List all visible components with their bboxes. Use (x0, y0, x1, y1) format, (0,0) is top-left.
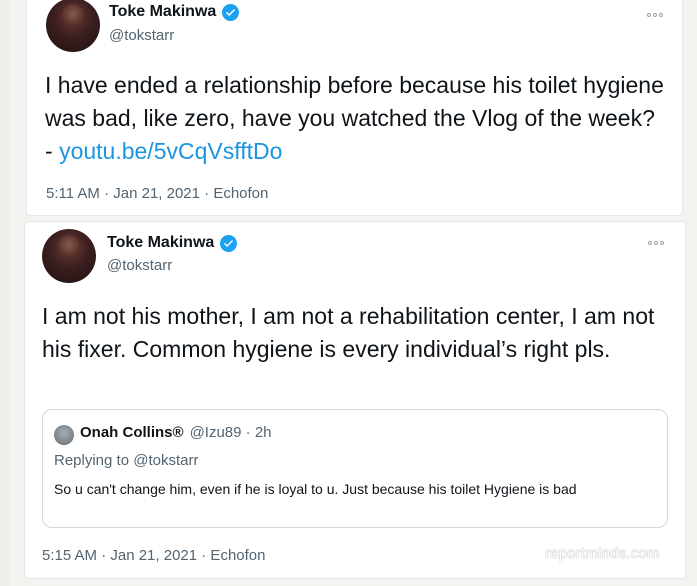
avatar (54, 425, 74, 445)
tweet-card[interactable]: Toke Makinwa @tokstarr I am not his moth… (24, 221, 686, 579)
verified-badge-icon (220, 234, 238, 252)
quoted-author-row: Onah Collins® @Izu89 · 2h (80, 424, 272, 441)
tweet-timestamp[interactable]: 5:11 AM · Jan 21, 2021 · Echofon (46, 185, 268, 202)
watermark: reportminds.com (545, 545, 660, 562)
replying-to-label: Replying to @tokstarr (54, 452, 199, 469)
author-row: Toke Makinwa (107, 234, 238, 252)
more-dots-icon[interactable] (648, 239, 666, 247)
quoted-tweet[interactable]: Onah Collins® @Izu89 · 2h Replying to @t… (42, 409, 668, 528)
tweet-card[interactable]: Toke Makinwa @tokstarr I have ended a re… (26, 0, 683, 216)
author-name[interactable]: Toke Makinwa (107, 234, 214, 252)
quoted-tweet-text: So u can't change him, even if he is loy… (54, 481, 577, 497)
tweet-link[interactable]: youtu.be/5vCqVsfftDo (59, 138, 282, 164)
tweet-text: I have ended a relationship before becau… (45, 69, 665, 168)
verified-badge-icon (222, 3, 240, 21)
avatar[interactable] (46, 0, 100, 52)
more-dots-icon[interactable] (647, 11, 665, 19)
author-row: Toke Makinwa (109, 3, 240, 21)
tweet-timestamp[interactable]: 5:15 AM · Jan 21, 2021 · Echofon (42, 547, 265, 564)
author-handle[interactable]: @tokstarr (109, 27, 174, 44)
quoted-author-name: Onah Collins® (80, 424, 184, 441)
author-name[interactable]: Toke Makinwa (109, 3, 216, 21)
quoted-author-handle: @Izu89 · 2h (189, 424, 272, 441)
tweet-text: I am not his mother, I am not a rehabili… (42, 303, 655, 362)
avatar[interactable] (42, 229, 96, 283)
author-handle[interactable]: @tokstarr (107, 257, 172, 274)
page-edge (0, 0, 10, 586)
